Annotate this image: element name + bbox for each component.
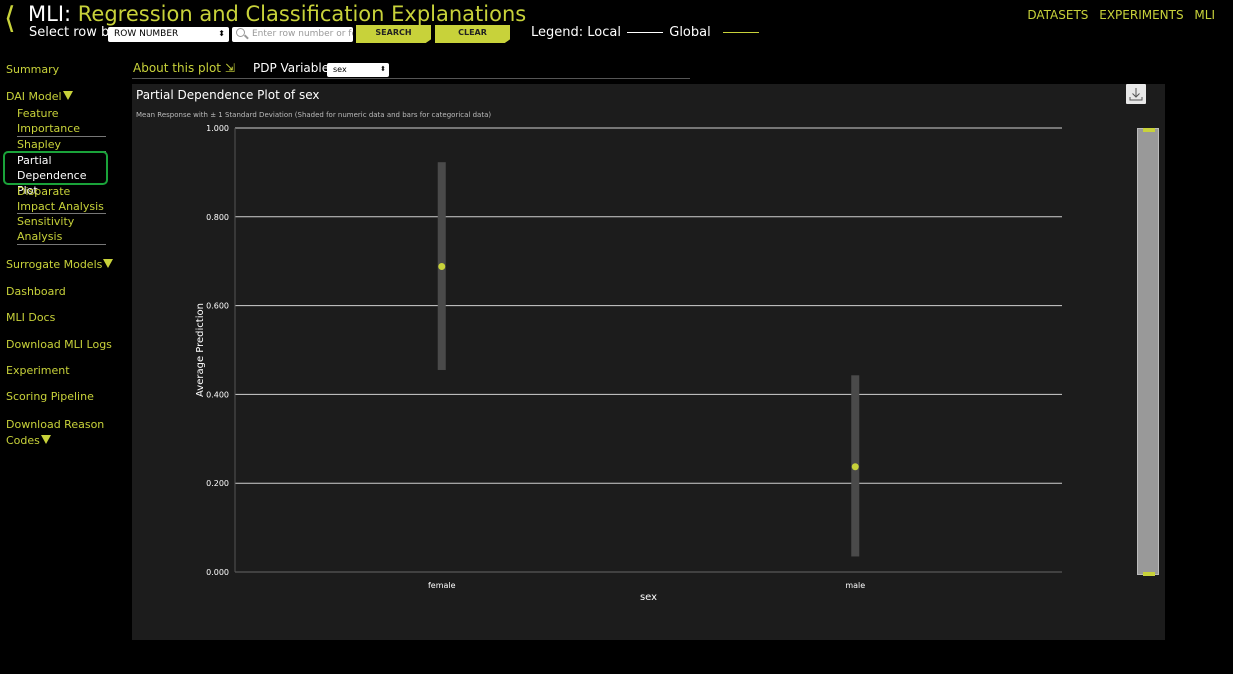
y-tick-label: 0.800 xyxy=(206,213,229,222)
x-tick-label: female xyxy=(428,581,456,590)
y-tick-label: 1.000 xyxy=(206,124,229,133)
pdp-chart: 0.000 0.200 0.400 0.600 0.800 1.000 female male… xyxy=(195,124,1062,603)
x-tick-label: male xyxy=(845,581,865,590)
scroll-handle-bottom[interactable] xyxy=(1143,572,1155,576)
y-tick-label: 0.000 xyxy=(206,568,229,577)
y-tick-label: 0.200 xyxy=(206,479,229,488)
mean-point xyxy=(438,263,446,271)
mean-point xyxy=(851,463,859,471)
y-axis-label: Average Prediction xyxy=(195,303,206,397)
y-tick-label: 0.600 xyxy=(206,302,229,311)
y-tick-label: 0.400 xyxy=(206,390,229,399)
plot-scrollbar[interactable] xyxy=(1137,128,1159,575)
x-axis-label: sex xyxy=(640,592,657,603)
scroll-handle-top[interactable] xyxy=(1143,128,1155,132)
